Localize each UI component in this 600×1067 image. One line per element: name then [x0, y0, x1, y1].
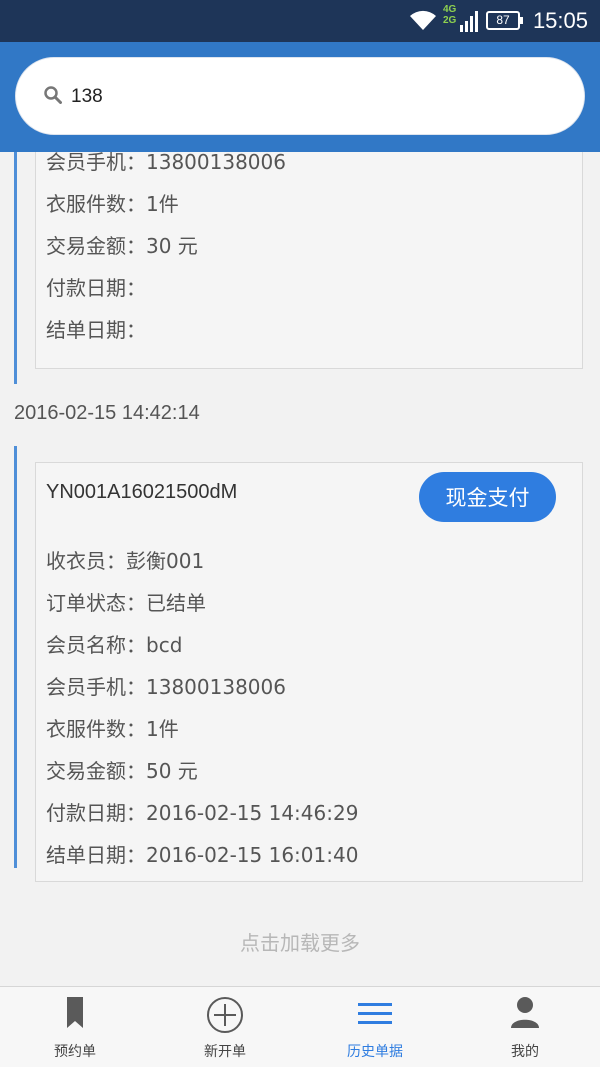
tab-label: 历史单据	[347, 1044, 403, 1060]
order-timestamp: 2016-02-15 14:42:14	[14, 402, 200, 424]
tab-label: 我的	[511, 1044, 539, 1060]
tab-label: 新开单	[204, 1044, 246, 1060]
field-label: 会员名称：	[46, 633, 146, 657]
tab-profile[interactable]: 我的	[450, 987, 600, 1067]
field-label: 收衣员：	[46, 549, 126, 573]
cash-pay-button[interactable]: 现金支付	[419, 472, 556, 522]
bookmark-icon	[67, 997, 83, 1028]
field-row: 交易金额：50 元	[46, 755, 198, 784]
field-row: 交易金额：30 元	[46, 230, 198, 259]
search-input[interactable]	[71, 80, 551, 114]
order-history-list[interactable]: 会员手机：13800138006 衣服件数：1件 交易金额：30 元 付款日期：…	[0, 152, 600, 986]
field-value: 13800138006	[146, 675, 286, 699]
tab-new-order[interactable]: 新开单	[150, 987, 300, 1067]
field-label: 付款日期：	[46, 276, 146, 300]
field-label: 付款日期：	[46, 801, 146, 825]
field-row: 订单状态：已结单	[46, 587, 206, 616]
battery-indicator: 87	[486, 11, 523, 30]
field-value: 50 元	[146, 759, 198, 783]
field-row: 结单日期：	[46, 314, 146, 343]
bottom-tab-bar: 预约单 新开单 历史单据 我的	[0, 986, 600, 1067]
field-value: 彭衡001	[126, 549, 205, 573]
tab-history[interactable]: 历史单据	[300, 987, 450, 1067]
field-label: 会员手机：	[46, 152, 146, 174]
field-label: 衣服件数：	[46, 192, 146, 216]
network-type-bottom: 2G	[443, 15, 457, 26]
wifi-icon	[410, 10, 436, 30]
field-value: 2016-02-15 16:01:40	[146, 843, 359, 867]
tab-reservations[interactable]: 预约单	[0, 987, 150, 1067]
field-value: 1件	[146, 717, 179, 741]
add-circle-icon	[207, 997, 243, 1033]
search-bar[interactable]	[15, 57, 585, 135]
timeline-rail	[14, 446, 17, 868]
field-label: 结单日期：	[46, 318, 146, 342]
signal-icon	[460, 11, 478, 32]
field-row: 收衣员：彭衡001	[46, 545, 204, 574]
order-number: YN001A16021500dM	[46, 481, 238, 503]
field-label: 订单状态：	[46, 591, 146, 615]
field-row: 会员名称：bcd	[46, 629, 182, 658]
network-type: 4G 2G	[443, 4, 456, 26]
order-card[interactable]: 会员手机：13800138006 衣服件数：1件 交易金额：30 元 付款日期：…	[35, 152, 583, 369]
clock: 15:05	[532, 8, 588, 33]
field-row: 付款日期：	[46, 272, 146, 301]
field-value: 1件	[146, 192, 179, 216]
field-label: 交易金额：	[46, 234, 146, 258]
field-row: 结单日期：2016-02-15 16:01:40	[46, 839, 358, 868]
tab-label: 预约单	[54, 1044, 96, 1060]
network-type-top: 4G	[443, 4, 457, 15]
search-header	[0, 42, 600, 152]
field-row: 付款日期：2016-02-15 14:46:29	[46, 797, 358, 826]
field-value: 2016-02-15 14:46:29	[146, 801, 359, 825]
order-card[interactable]: YN001A16021500dM 现金支付 收衣员：彭衡001 订单状态：已结单…	[35, 462, 583, 882]
person-icon	[511, 997, 539, 1028]
field-label: 会员手机：	[46, 675, 146, 699]
field-label: 结单日期：	[46, 843, 146, 867]
search-icon	[44, 86, 62, 104]
load-more-link[interactable]: 点击加载更多	[0, 927, 600, 956]
status-bar: 4G 2G 87 15:05	[0, 0, 600, 42]
field-value: bcd	[146, 633, 183, 657]
field-row: 会员手机：13800138006	[46, 152, 286, 175]
field-row: 衣服件数：1件	[46, 713, 179, 742]
field-row: 会员手机：13800138006	[46, 671, 286, 700]
field-label: 衣服件数：	[46, 717, 146, 741]
field-label: 交易金额：	[46, 759, 146, 783]
timeline-rail	[14, 152, 17, 384]
field-value: 13800138006	[146, 152, 286, 174]
list-icon	[358, 1003, 392, 1024]
field-value: 30 元	[146, 234, 198, 258]
field-row: 衣服件数：1件	[46, 188, 179, 217]
field-value: 已结单	[146, 591, 206, 615]
